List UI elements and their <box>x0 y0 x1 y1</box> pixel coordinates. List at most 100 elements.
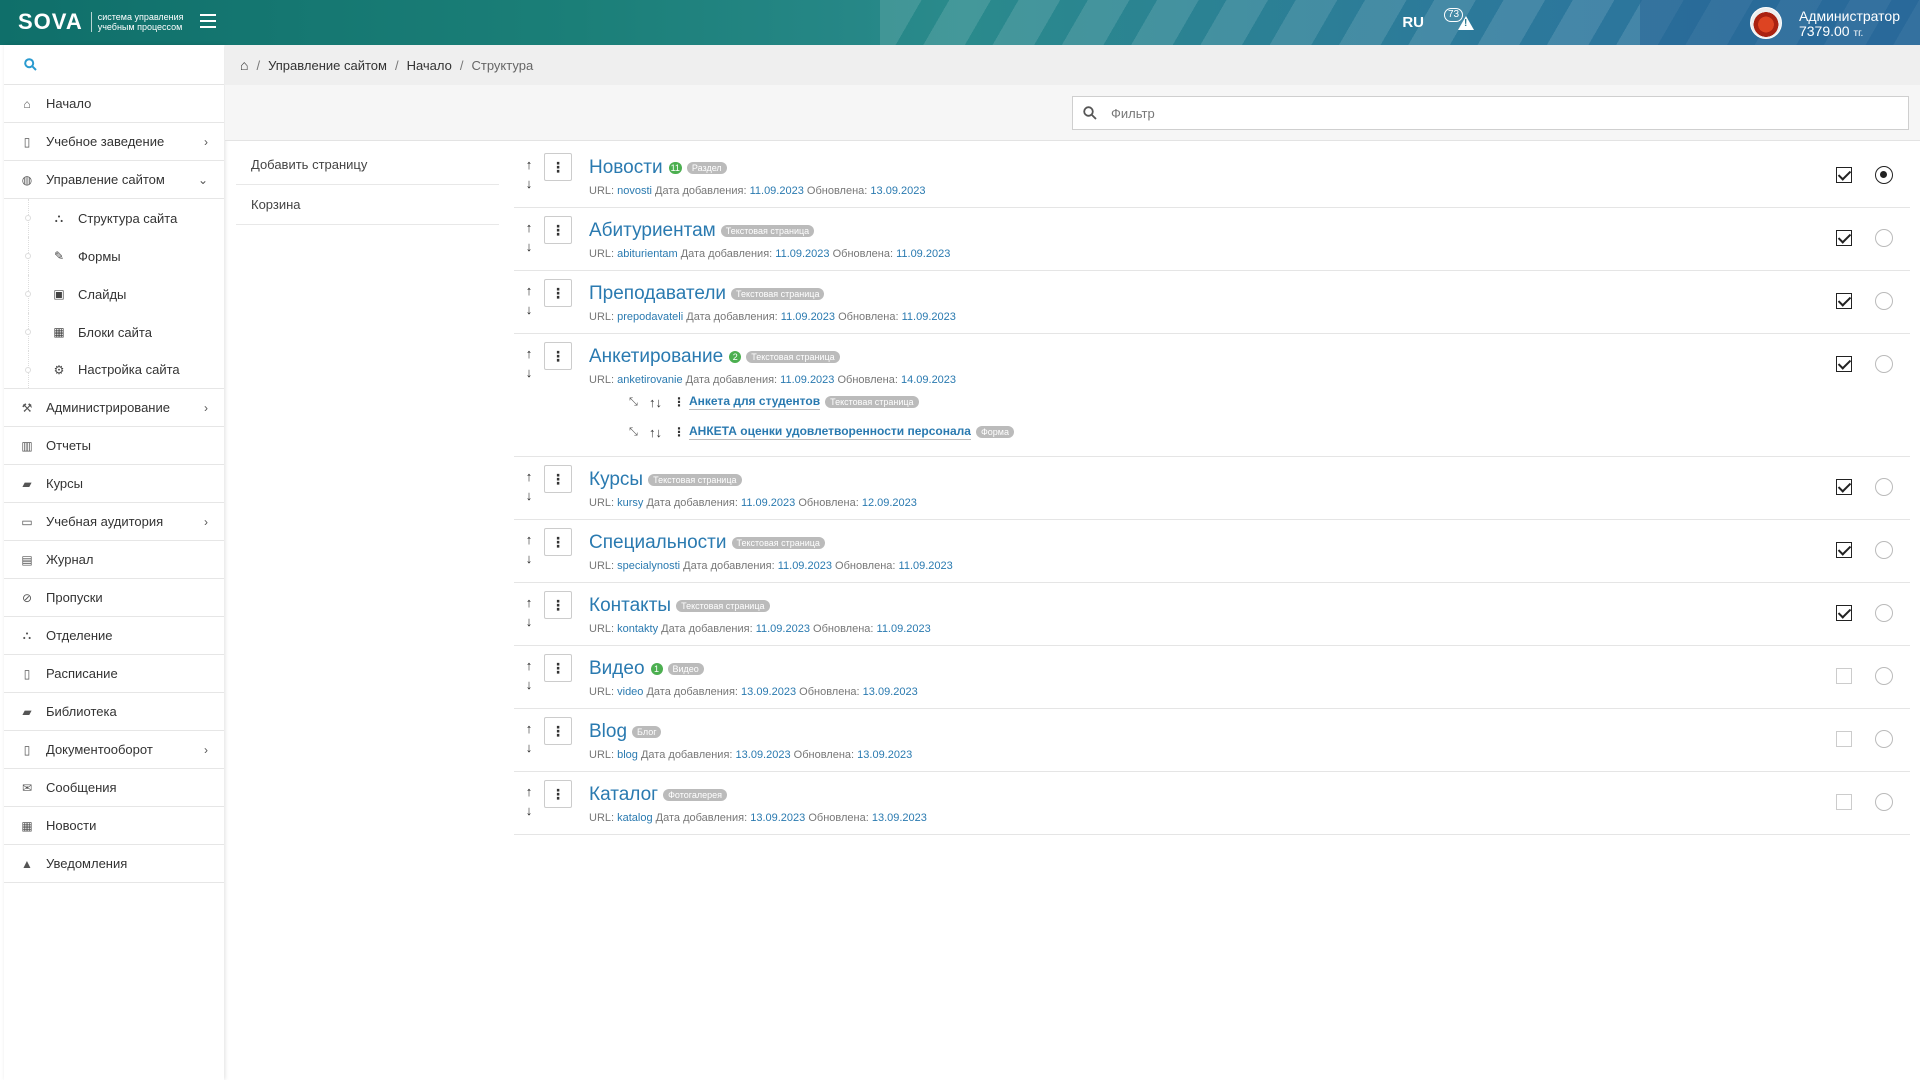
publish-checkbox[interactable] <box>1836 293 1852 309</box>
page-title-link[interactable]: Специальности <box>589 532 727 554</box>
reorder-arrows-icon[interactable]: ↑↓ <box>649 395 669 410</box>
sidebar-item-home[interactable]: ⌂ Начало <box>4 85 224 123</box>
sidebar-item-documents[interactable]: ▯ Документооборот › <box>4 731 224 769</box>
default-page-radio[interactable] <box>1875 604 1893 622</box>
sidebar-item-classroom[interactable]: ▭ Учебная аудитория › <box>4 503 224 541</box>
alerts-button[interactable]: 73 <box>1444 8 1480 38</box>
child-menu-button[interactable]: ⋮ <box>671 425 687 439</box>
reorder-arrows-icon[interactable]: ↑↓ <box>524 281 534 319</box>
sidebar-subitem-slides[interactable]: ▣ Слайды <box>4 275 224 313</box>
sidebar-item-library[interactable]: ▰ Библиотека <box>4 693 224 731</box>
default-page-radio[interactable] <box>1875 730 1893 748</box>
pin-icon[interactable]: ⤡ <box>629 426 645 439</box>
publish-checkbox[interactable] <box>1836 230 1852 246</box>
sidebar-item-institution[interactable]: ▯ Учебное заведение › <box>4 123 224 161</box>
reorder-arrows-icon[interactable]: ↑↓ <box>524 530 534 568</box>
sidebar-item-messages[interactable]: ✉ Сообщения <box>4 769 224 807</box>
default-page-radio[interactable] <box>1875 166 1893 184</box>
row-menu-button[interactable]: ⋮ <box>544 654 572 682</box>
sidebar-item-administration[interactable]: ⚒ Администрирование › <box>4 389 224 427</box>
breadcrumb-item-home[interactable]: Начало <box>407 58 452 73</box>
sidebar-item-journal[interactable]: ▤ Журнал <box>4 541 224 579</box>
page-title-link[interactable]: Преподаватели <box>589 283 726 305</box>
reorder-arrows-icon[interactable]: ↑↓ <box>524 656 534 694</box>
reorder-arrows-icon[interactable]: ↑↓ <box>524 593 534 631</box>
logo[interactable]: SOVA система управления учебным процессо… <box>18 9 201 35</box>
reorder-arrows-icon[interactable]: ↑↓ <box>524 155 534 193</box>
filter-input[interactable] <box>1109 103 1889 123</box>
sidebar-subitem-site-blocks[interactable]: ▦ Блоки сайта <box>4 313 224 351</box>
row-menu-button[interactable]: ⋮ <box>544 591 572 619</box>
language-switch[interactable]: RU <box>1402 14 1424 31</box>
publish-checkbox[interactable] <box>1836 731 1852 747</box>
row-menu-button[interactable]: ⋮ <box>544 465 572 493</box>
sidebar-item-department[interactable]: ⛬ Отделение <box>4 617 224 655</box>
publish-checkbox[interactable] <box>1836 794 1852 810</box>
row-menu-button[interactable]: ⋮ <box>544 342 572 370</box>
page-meta: URL: abiturientam Дата добавления: 11.09… <box>589 248 950 260</box>
default-page-radio[interactable] <box>1875 292 1893 310</box>
page-title-link[interactable]: Абитуриентам <box>589 220 716 242</box>
sidebar-item-news[interactable]: ▦ Новости <box>4 807 224 845</box>
reorder-arrows-icon[interactable]: ↑↓ <box>524 344 534 382</box>
avatar[interactable] <box>1750 7 1782 39</box>
sidebar-item-courses[interactable]: ▰ Курсы <box>4 465 224 503</box>
page-title-link[interactable]: Blog <box>589 721 627 743</box>
default-page-radio[interactable] <box>1875 478 1893 496</box>
sidebar-item-reports[interactable]: ▥ Отчеты <box>4 427 224 465</box>
child-page-title-link[interactable]: Анкета для студентов <box>689 394 821 410</box>
user-menu[interactable]: Администратор 7379.00 тг. <box>1799 9 1900 41</box>
default-page-radio[interactable] <box>1875 229 1893 247</box>
sidebar-search[interactable] <box>4 45 224 85</box>
row-menu-button[interactable]: ⋮ <box>544 153 572 181</box>
row-menu-button[interactable]: ⋮ <box>544 780 572 808</box>
publish-checkbox[interactable] <box>1836 605 1852 621</box>
sidebar-subitem-site-settings[interactable]: ⚙ Настройка сайта <box>4 351 224 389</box>
page-row: ↑ ↓ ⋮ Преподаватели Текстовая страница URL: p… <box>514 271 1910 334</box>
home-icon[interactable]: ⌂ <box>240 57 248 73</box>
sidebar-subitem-forms[interactable]: ✎ Формы <box>4 237 224 275</box>
added-label: Дата добавления: <box>646 497 738 509</box>
page-title-link[interactable]: Контакты <box>589 595 671 617</box>
default-page-radio[interactable] <box>1875 355 1893 373</box>
page-title-link[interactable]: Новости <box>589 157 663 179</box>
page-title-link[interactable]: Видео <box>589 658 645 680</box>
warning-icon: ▲ <box>21 856 33 871</box>
trash-link[interactable]: Корзина <box>236 185 499 225</box>
sidebar-item-site-management[interactable]: ◍ Управление сайтом ⌄ <box>4 161 224 199</box>
added-label: Дата добавления: <box>646 686 738 698</box>
sidebar-item-notifications[interactable]: ▲ Уведомления <box>4 845 224 883</box>
publish-checkbox[interactable] <box>1836 479 1852 495</box>
publish-checkbox[interactable] <box>1836 356 1852 372</box>
reorder-arrows-icon[interactable]: ↑↓ <box>524 218 534 256</box>
sidebar-item-schedule[interactable]: ▯ Расписание <box>4 655 224 693</box>
reorder-arrows-icon[interactable]: ↑↓ <box>649 425 669 440</box>
publish-checkbox[interactable] <box>1836 668 1852 684</box>
publish-checkbox[interactable] <box>1836 542 1852 558</box>
page-title-link[interactable]: Курсы <box>589 469 643 491</box>
add-page-button[interactable]: Добавить страницу <box>236 145 499 185</box>
child-menu-button[interactable]: ⋮ <box>671 395 687 409</box>
sidebar-subitem-site-structure[interactable]: ⛬ Структура сайта <box>4 199 224 237</box>
row-menu-button[interactable]: ⋮ <box>544 528 572 556</box>
row-menu-button[interactable]: ⋮ <box>544 279 572 307</box>
default-page-radio[interactable] <box>1875 667 1893 685</box>
child-page-title-link[interactable]: АНКЕТА оценки удовлетворенности персонал… <box>689 424 971 440</box>
page-url: blog <box>617 749 638 761</box>
page-title-link[interactable]: Каталог <box>589 784 658 806</box>
breadcrumb-item-site-management[interactable]: Управление сайтом <box>268 58 387 73</box>
default-page-radio[interactable] <box>1875 793 1893 811</box>
reorder-arrows-icon[interactable]: ↑↓ <box>524 719 534 757</box>
row-menu-button[interactable]: ⋮ <box>544 216 572 244</box>
hamburger-menu-icon[interactable] <box>200 14 216 28</box>
page-meta: URL: specialynosti Дата добавления: 11.0… <box>589 560 953 572</box>
reorder-arrows-icon[interactable]: ↑↓ <box>524 782 534 820</box>
pin-icon[interactable]: ⤡ <box>629 396 645 409</box>
reorder-arrows-icon[interactable]: ↑↓ <box>524 467 534 505</box>
page-added-date: 11.09.2023 <box>775 248 830 260</box>
publish-checkbox[interactable] <box>1836 167 1852 183</box>
row-menu-button[interactable]: ⋮ <box>544 717 572 745</box>
page-title-link[interactable]: Анкетирование <box>589 346 723 368</box>
sidebar-item-absences[interactable]: ⊘ Пропуски <box>4 579 224 617</box>
default-page-radio[interactable] <box>1875 541 1893 559</box>
